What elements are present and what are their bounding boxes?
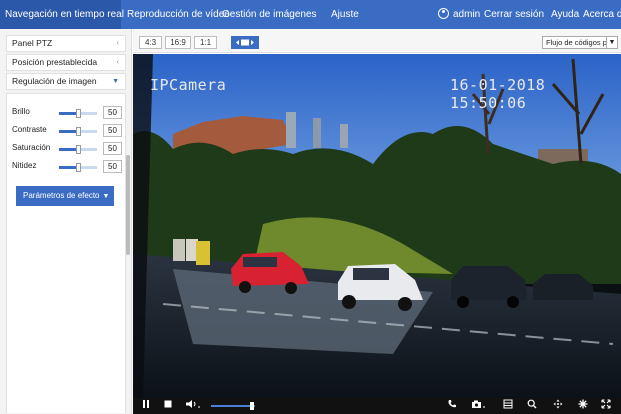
pause-icon[interactable]: [139, 399, 153, 413]
brightness-slider-row: Brillo 50: [12, 106, 124, 120]
volume-slider[interactable]: [211, 405, 255, 407]
help-label: Ayuda: [551, 9, 580, 20]
stream-select-value: Flujo de códigos p: [546, 38, 607, 47]
record-icon[interactable]: [501, 399, 515, 413]
contrast-slider[interactable]: [59, 127, 97, 136]
nav-settings-label: Ajuste: [331, 9, 359, 20]
sharpness-label: Nitidez: [12, 161, 37, 170]
contrast-value[interactable]: 50: [103, 124, 122, 137]
brightness-slider[interactable]: [59, 109, 97, 118]
ptz-icon[interactable]: [551, 399, 565, 413]
nav-image-management[interactable]: Gestión de imágenes: [217, 0, 322, 29]
playback-control-bar: [133, 398, 621, 414]
volume-icon[interactable]: [183, 399, 205, 413]
ratio-16-9-button[interactable]: 16:9: [165, 36, 191, 49]
help-link[interactable]: Ayuda: [551, 0, 579, 29]
ptz-panel-header[interactable]: Panel PTZ ‹: [6, 35, 126, 52]
phone-icon[interactable]: [445, 399, 459, 413]
recycling-bin: [173, 239, 185, 261]
top-navigation-bar: Navegación en tiempo real Reproducción d…: [0, 0, 621, 29]
sidebar: Panel PTZ ‹ Posición prestablecida ‹ Reg…: [0, 29, 132, 414]
image-adjust-panel: Brillo 50 Contraste 50 Saturación 50 Nit…: [6, 93, 126, 413]
sharpness-value[interactable]: 50: [103, 160, 122, 173]
fullscreen-icon[interactable]: [599, 399, 613, 413]
sidebar-scrollbar[interactable]: [126, 155, 130, 255]
image-adjust-label: Regulación de imagen: [12, 76, 97, 86]
tower: [286, 112, 296, 148]
chevron-left-icon: ‹: [116, 40, 119, 47]
dropdown-arrow-icon: ▼: [606, 37, 617, 48]
brightness-thumb[interactable]: [75, 109, 81, 118]
username: admin: [453, 9, 481, 20]
sharpness-thumb[interactable]: [75, 163, 81, 172]
saturation-slider[interactable]: [59, 145, 97, 154]
sharpness-slider[interactable]: [59, 163, 97, 172]
ratio-1-1-button[interactable]: 1:1: [194, 36, 217, 49]
saturation-value[interactable]: 50: [103, 142, 122, 155]
preset-header[interactable]: Posición prestablecida ‹: [6, 54, 126, 71]
chevron-down-icon: ▼: [112, 78, 119, 85]
effect-parameters-button[interactable]: Parámetros de efecto ▼: [16, 186, 114, 206]
about-label: Acerca de: [583, 9, 621, 20]
contrast-thumb[interactable]: [75, 127, 81, 136]
user-menu[interactable]: admin: [438, 0, 480, 29]
logout-link[interactable]: Cerrar sesión: [484, 0, 544, 29]
caret-down-icon: ▼: [102, 193, 110, 200]
zoom-icon[interactable]: [525, 399, 539, 413]
logout-label: Cerrar sesión: [484, 9, 545, 20]
fit-window-icon: [236, 39, 254, 46]
video-toolbar: 4:3 16:9 1:1 Flujo de códigos p ▼: [133, 29, 621, 53]
ratio-1-1-label: 1:1: [199, 38, 212, 47]
sharpness-slider-row: Nitidez 50: [12, 160, 124, 174]
recycling-bin: [196, 241, 210, 265]
about-link[interactable]: Acerca de: [583, 0, 621, 29]
ratio-4-3-label: 4:3: [144, 38, 157, 47]
tower: [313, 118, 321, 148]
camera-name-overlay: IPCamera: [150, 76, 227, 94]
user-icon: [438, 8, 449, 19]
stream-select[interactable]: Flujo de códigos p ▼: [542, 36, 618, 49]
chevron-left-icon: ‹: [116, 59, 119, 66]
saturation-label: Saturación: [12, 143, 51, 152]
snapshot-icon[interactable]: [469, 399, 489, 413]
light-icon[interactable]: [576, 399, 590, 413]
saturation-slider-row: Saturación 50: [12, 142, 124, 156]
image-adjust-header[interactable]: Regulación de imagen ▼: [6, 73, 126, 90]
ratio-16-9-label: 16:9: [170, 38, 186, 47]
ptz-panel-label: Panel PTZ: [12, 38, 53, 48]
timestamp-overlay: 16-01-2018 15:50:06: [450, 76, 546, 112]
brightness-value[interactable]: 50: [103, 106, 122, 119]
preset-label: Posición prestablecida: [12, 57, 98, 67]
fit-window-button[interactable]: [231, 36, 259, 49]
stop-icon[interactable]: [161, 399, 175, 413]
effect-parameters-label: Parámetros de efecto: [23, 191, 100, 200]
nav-live-view[interactable]: Navegación en tiempo real: [0, 0, 124, 29]
nav-settings[interactable]: Ajuste: [326, 0, 364, 29]
nav-image-management-label: Gestión de imágenes: [222, 9, 317, 20]
nav-live-view-label: Navegación en tiempo real: [5, 9, 124, 20]
tower: [340, 124, 348, 148]
contrast-label: Contraste: [12, 125, 47, 134]
contrast-slider-row: Contraste 50: [12, 124, 124, 138]
live-video-view[interactable]: IPCamera 16-01-2018 15:50:06: [133, 54, 621, 398]
ratio-4-3-button[interactable]: 4:3: [139, 36, 162, 49]
brightness-label: Brillo: [12, 107, 30, 116]
volume-thumb[interactable]: [250, 402, 254, 410]
saturation-thumb[interactable]: [75, 145, 81, 154]
